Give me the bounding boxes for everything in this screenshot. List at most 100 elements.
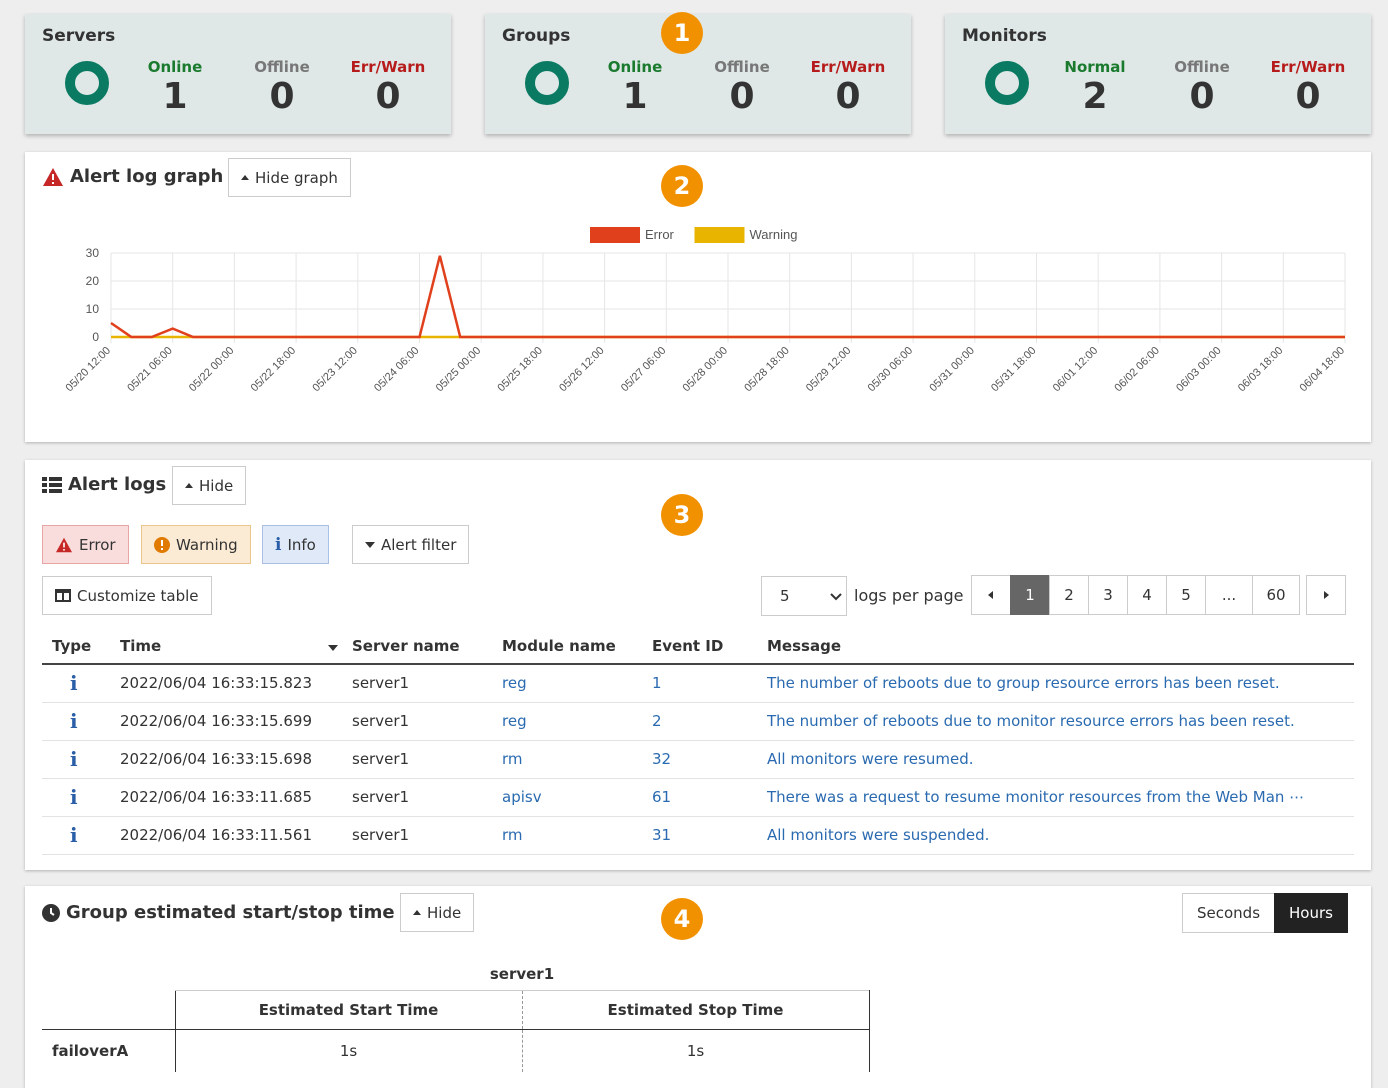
row-module[interactable]: rm: [492, 740, 642, 779]
table-columns-icon: [55, 589, 71, 602]
col-server[interactable]: Server name: [342, 628, 492, 665]
pagination: 1 2 3 4 5 ... 60: [971, 575, 1346, 615]
page-button-3[interactable]: 3: [1088, 575, 1128, 615]
col-module[interactable]: Module name: [492, 628, 642, 665]
estimate-stop-value: 1s: [521, 1029, 870, 1072]
filter-error-label: Error: [79, 535, 116, 554]
monitors-normal-label: Normal: [1064, 58, 1126, 76]
row-event[interactable]: 2: [642, 702, 757, 741]
filter-info-label: Info: [287, 535, 316, 554]
x-tick-label: 06/04 18:00: [1298, 345, 1348, 395]
table-row[interactable]: i 2022/06/04 16:33:15.698 server1 rm 32 …: [42, 740, 1354, 779]
groups-offline-stat: Offline 0: [692, 58, 792, 116]
servers-offline-stat: Offline 0: [232, 58, 332, 116]
x-tick-label: 05/31 18:00: [989, 345, 1039, 395]
alert-logs-title: Alert logs: [42, 474, 166, 495]
alert-logs-title-text: Alert logs: [68, 474, 167, 495]
page-next-button[interactable]: [1306, 575, 1346, 615]
row-event[interactable]: 31: [642, 816, 757, 855]
info-icon: i: [70, 785, 78, 809]
filter-warning-button[interactable]: Warning: [141, 525, 251, 564]
servers-online-label: Online: [147, 58, 203, 76]
customize-table-label: Customize table: [77, 586, 199, 605]
x-tick-label: 05/31 00:00: [927, 345, 977, 395]
row-module[interactable]: reg: [492, 702, 642, 741]
table-row[interactable]: i 2022/06/04 16:33:15.823 server1 reg 1 …: [42, 664, 1354, 703]
table-row[interactable]: i 2022/06/04 16:33:15.699 server1 reg 2 …: [42, 702, 1354, 741]
row-event[interactable]: 61: [642, 778, 757, 817]
row-event[interactable]: 1: [642, 664, 757, 703]
per-page-select[interactable]: 5: [761, 576, 847, 616]
monitors-offline-stat: Offline 0: [1152, 58, 1252, 116]
alert-filter-dropdown[interactable]: Alert filter: [352, 525, 470, 564]
row-message[interactable]: There was a request to resume monitor re…: [757, 778, 1354, 817]
col-time[interactable]: Time: [110, 628, 342, 665]
estimate-corner-cell: [42, 990, 175, 1030]
x-tick-label: 05/28 18:00: [742, 345, 792, 395]
y-tick-label: 20: [86, 274, 100, 288]
x-tick-label: 06/02 06:00: [1112, 345, 1162, 395]
estimate-table: Estimated Start Time Estimated Stop Time…: [42, 990, 870, 1072]
col-type[interactable]: Type: [42, 628, 110, 665]
info-icon: i: [70, 747, 78, 771]
page-button-5[interactable]: 5: [1166, 575, 1206, 615]
hide-alert-logs-button[interactable]: Hide: [172, 466, 247, 505]
chart-legend: Error Warning: [590, 227, 797, 243]
row-server: server1: [342, 702, 492, 741]
per-page-value: 5: [780, 587, 790, 605]
page-button-1[interactable]: 1: [1010, 575, 1050, 615]
row-module[interactable]: apisv: [492, 778, 642, 817]
unit-hours-button[interactable]: Hours: [1274, 893, 1348, 933]
callout-badge-2: 2: [661, 165, 703, 207]
servers-offline-count: 0: [269, 76, 295, 117]
servers-summary-card[interactable]: Servers Online 1 Offline 0 Err/Warn 0: [25, 14, 451, 134]
row-event[interactable]: 32: [642, 740, 757, 779]
y-tick-label: 0: [92, 330, 99, 344]
table-row[interactable]: i 2022/06/04 16:33:11.685 server1 apisv …: [42, 778, 1354, 817]
page-button-4[interactable]: 4: [1127, 575, 1167, 615]
row-message[interactable]: All monitors were suspended.: [757, 816, 1354, 855]
row-message[interactable]: All monitors were resumed.: [757, 740, 1354, 779]
table-row[interactable]: i 2022/06/04 16:33:11.561 server1 rm 31 …: [42, 816, 1354, 855]
row-time: 2022/06/04 16:33:15.699: [110, 702, 342, 741]
estimate-start-header: Estimated Start Time: [174, 990, 522, 1030]
unit-seconds-button[interactable]: Seconds: [1182, 893, 1276, 933]
x-tick-label: 06/03 18:00: [1236, 345, 1286, 395]
hide-estimate-button[interactable]: Hide: [400, 893, 475, 932]
groups-online-count: 1: [622, 76, 648, 117]
x-tick-label: 05/22 00:00: [187, 345, 237, 395]
caret-up-icon: [185, 483, 193, 488]
page-prev-button[interactable]: [971, 575, 1011, 615]
monitors-summary-card[interactable]: Monitors Normal 2 Offline 0 Err/Warn 0: [945, 14, 1371, 134]
per-page-label: logs per page: [854, 586, 964, 605]
x-tick-label: 05/24 06:00: [372, 345, 422, 395]
chart-x-axis: 05/20 12:00 05/21 06:00 05/22 00:00 05/22 1…: [64, 345, 1348, 395]
col-message[interactable]: Message: [757, 628, 1354, 665]
estimate-group-name: failoverA: [52, 1041, 129, 1060]
table-header-row: Type Time Server name Module name Event …: [42, 628, 1354, 665]
groups-errwarn-stat: Err/Warn 0: [798, 58, 898, 116]
customize-table-button[interactable]: Customize table: [42, 576, 212, 615]
chart-y-axis: 0 10 20 30: [86, 246, 100, 344]
x-tick-label: 06/03 00:00: [1174, 345, 1224, 395]
row-message[interactable]: The number of reboots due to monitor res…: [757, 702, 1354, 741]
page-button-60[interactable]: 60: [1252, 575, 1300, 615]
row-message[interactable]: The number of reboots due to group resou…: [757, 664, 1354, 703]
row-module[interactable]: reg: [492, 664, 642, 703]
x-tick-label: 05/25 00:00: [434, 345, 484, 395]
estimate-title-text: Group estimated start/stop time: [66, 902, 395, 923]
x-tick-label: 05/21 06:00: [125, 345, 175, 395]
filter-error-button[interactable]: Error: [42, 525, 129, 564]
legend-swatch-error: [590, 227, 640, 243]
groups-title: Groups: [502, 26, 571, 46]
caret-up-icon: [413, 910, 421, 915]
groups-offline-count: 0: [729, 76, 755, 117]
monitors-errwarn-count: 0: [1295, 76, 1321, 117]
row-module[interactable]: rm: [492, 816, 642, 855]
filter-info-button[interactable]: i Info: [262, 525, 329, 564]
col-event[interactable]: Event ID: [642, 628, 757, 665]
x-tick-label: 05/22 18:00: [249, 345, 299, 395]
servers-errwarn-label: Err/Warn: [350, 58, 426, 76]
page-button-2[interactable]: 2: [1049, 575, 1089, 615]
servers-errwarn-count: 0: [375, 76, 401, 117]
